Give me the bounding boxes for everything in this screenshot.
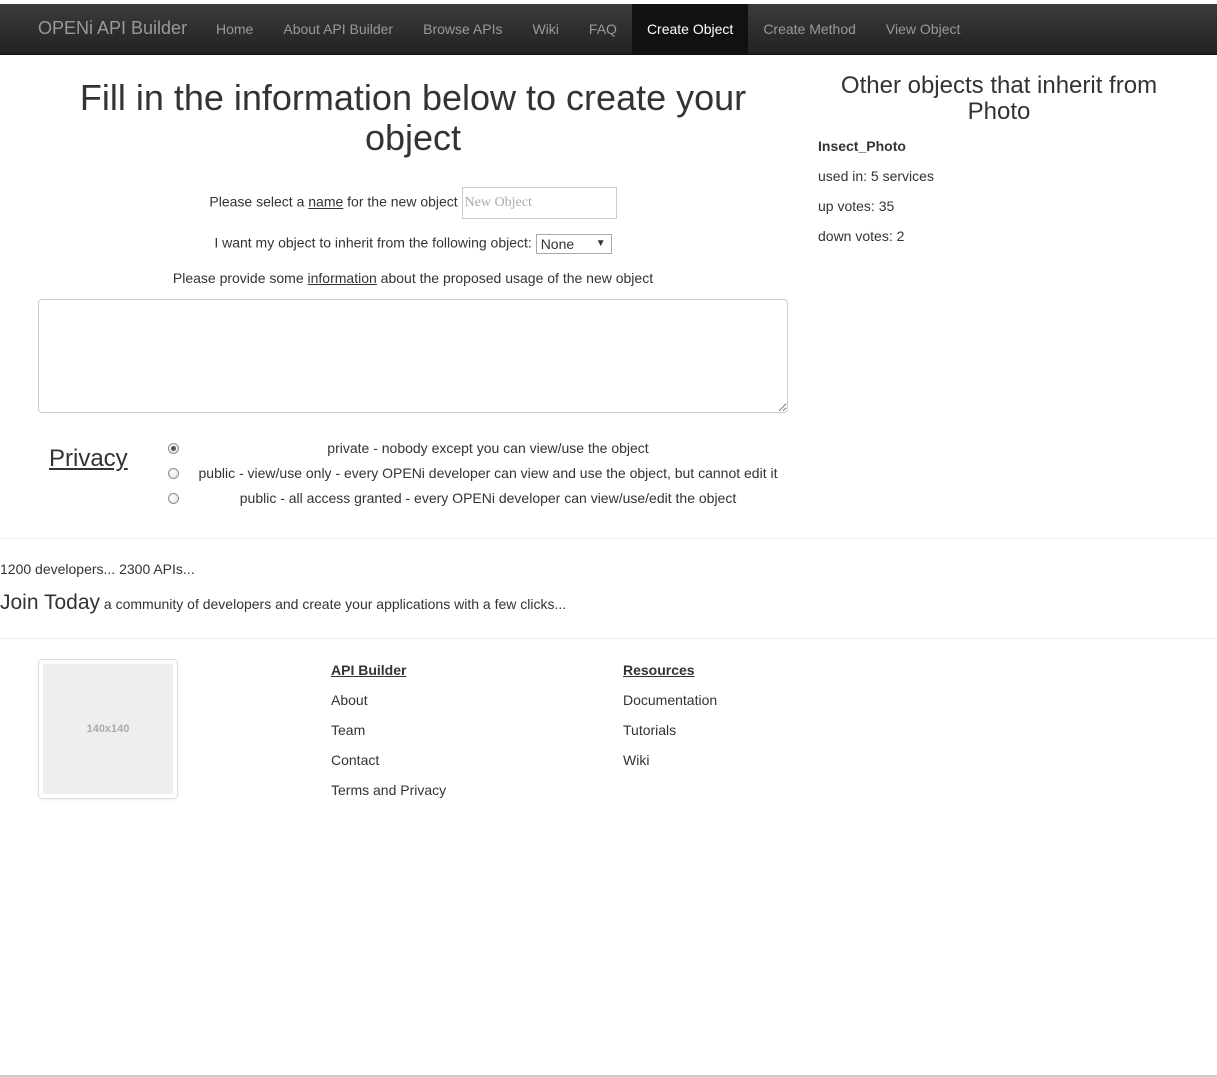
community-stats: 1200 developers... 2300 APIs...	[0, 561, 195, 577]
radio-private[interactable]	[168, 443, 179, 454]
nav-about-api-builder[interactable]: About API Builder	[268, 4, 408, 54]
inherit-select-value: None	[540, 236, 575, 252]
name-help-link[interactable]: name	[308, 194, 343, 210]
object-name-input[interactable]	[461, 187, 617, 219]
footer-heading-api-builder: API Builder	[331, 662, 407, 678]
name-prefix-text: Please select a	[209, 193, 309, 210]
nav-menu: Home About API Builder Browse APIs Wiki …	[201, 4, 975, 54]
footer-link-about[interactable]: About	[331, 690, 446, 720]
join-today-heading: Join Today	[0, 591, 101, 614]
info-prefix-text: Please provide some	[172, 270, 308, 286]
nav-faq[interactable]: FAQ	[574, 4, 632, 54]
privacy-option-public-view[interactable]: public - view/use only - every OPENi dev…	[168, 465, 788, 485]
nav-wiki[interactable]: Wiki	[517, 4, 573, 54]
down-votes-count: down votes: 2	[818, 228, 905, 244]
nav-browse-apis[interactable]: Browse APIs	[408, 4, 517, 54]
footer-heading-resources: Resources	[623, 662, 695, 678]
nav-create-object[interactable]: Create Object	[631, 4, 749, 54]
privacy-label: Privacy	[49, 445, 128, 472]
inherit-select[interactable]: None ▼	[535, 234, 612, 254]
join-banner: Join Today a community of developers and…	[0, 591, 566, 615]
radio-public-view[interactable]	[168, 468, 179, 479]
up-votes-count: up votes: 35	[818, 198, 895, 214]
page-title: Fill in the information below to create …	[79, 77, 747, 158]
used-in-count: used in: 5 services	[818, 168, 934, 184]
inherited-object-name[interactable]: Insect_Photo	[818, 138, 906, 154]
footer-link-terms[interactable]: Terms and Privacy	[331, 780, 446, 810]
nav-create-method[interactable]: Create Method	[748, 4, 871, 54]
privacy-option-label: public - all access granted - every OPEN…	[239, 490, 737, 506]
name-suffix-text: for the new object	[343, 193, 458, 210]
privacy-option-label: public - view/use only - every OPENi dev…	[198, 465, 778, 481]
inherit-row: I want my object to inherit from the fol…	[38, 234, 788, 254]
information-help-link[interactable]: information	[308, 270, 377, 286]
privacy-option-label: private - nobody except you can view/use…	[327, 440, 649, 456]
nav-home[interactable]: Home	[201, 4, 268, 54]
info-row: Please provide some information about th…	[38, 270, 788, 286]
info-suffix-text: about the proposed usage of the new obje…	[376, 270, 654, 286]
thumbnail-placeholder: 140x140	[38, 659, 178, 799]
footer-link-contact[interactable]: Contact	[331, 750, 446, 780]
footer-link-documentation[interactable]: Documentation	[623, 690, 717, 720]
footer-link-wiki[interactable]: Wiki	[623, 750, 717, 780]
sidebar-title: Other objects that inherit from Photo	[840, 72, 1158, 125]
footer-link-tutorials[interactable]: Tutorials	[623, 720, 717, 750]
inherit-label: I want my object to inherit from the fol…	[214, 234, 532, 251]
divider	[0, 538, 1217, 539]
divider	[0, 638, 1217, 639]
footer-api-builder: API Builder About Team Contact Terms and…	[331, 660, 446, 810]
nav-view-object[interactable]: View Object	[871, 4, 975, 54]
thumbnail-image: 140x140	[43, 664, 173, 794]
name-row: Please select a name for the new object	[38, 187, 788, 219]
footer-link-team[interactable]: Team	[331, 720, 446, 750]
brand-logo[interactable]: OPENi API Builder	[38, 18, 187, 39]
top-navbar: OPENi API Builder Home About API Builder…	[0, 4, 1217, 55]
privacy-option-public-all[interactable]: public - all access granted - every OPEN…	[168, 490, 788, 510]
dropdown-arrow-icon: ▼	[595, 238, 606, 249]
footer-resources: Resources Documentation Tutorials Wiki	[623, 660, 717, 780]
privacy-option-private[interactable]: private - nobody except you can view/use…	[168, 440, 788, 460]
usage-textarea[interactable]	[38, 299, 788, 413]
join-tagline: a community of developers and create you…	[100, 596, 567, 612]
radio-public-all[interactable]	[168, 493, 179, 504]
